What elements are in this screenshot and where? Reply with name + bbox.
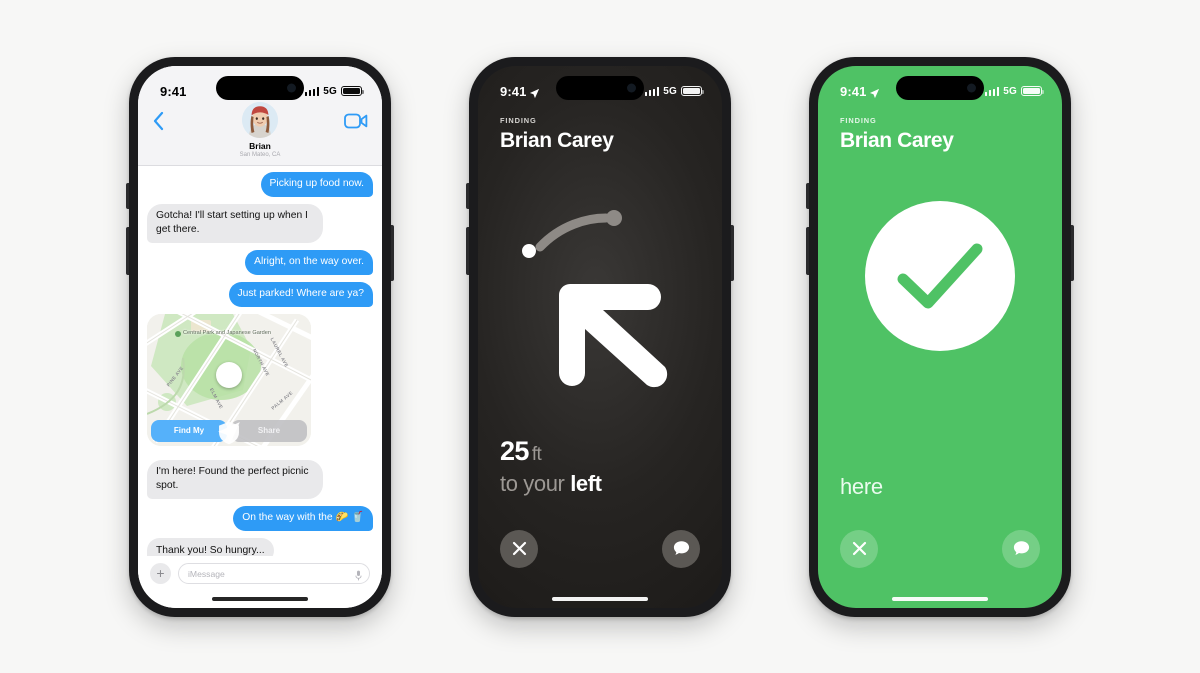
- shared-location-map[interactable]: Central Park and Japanese Garden NORTH A…: [147, 313, 311, 446]
- imessage-placeholder: iMessage: [188, 568, 225, 579]
- phone-found-confirmation: 9:41 5G FINDING Brian Carey here: [806, 56, 1074, 617]
- home-indicator[interactable]: [212, 596, 308, 601]
- location-arrow-icon: [529, 86, 540, 98]
- close-icon: [512, 541, 526, 556]
- message-row: Just parked! Where are ya?: [147, 281, 373, 307]
- distance-value: 25: [500, 435, 529, 466]
- messages-screen: 9:41 5G Brian San Mateo, CA Picking up f…: [138, 65, 382, 608]
- phone-showcase: 9:41 5G Brian San Mateo, CA Picking up f…: [0, 0, 1200, 673]
- action-buttons: [818, 529, 1062, 568]
- direction-indicator: [478, 184, 722, 414]
- message-bubble-outgoing[interactable]: Alright, on the way over.: [245, 249, 373, 275]
- power-button[interactable]: [1071, 224, 1074, 281]
- phone-messages: 9:41 5G Brian San Mateo, CA Picking up f…: [126, 56, 394, 617]
- phone-finding-direction: 9:41 5G FINDING Brian Carey 25 ft to you…: [466, 56, 734, 617]
- message-bubble-outgoing[interactable]: Picking up food now.: [260, 171, 373, 197]
- battery-icon: [681, 85, 704, 97]
- front-camera-icon: [627, 83, 636, 92]
- precision-finding-screen: 9:41 5G FINDING Brian Carey 25 ft to you…: [478, 65, 722, 608]
- status-time: 9:41: [840, 83, 867, 99]
- finding-header: FINDING Brian Carey: [500, 116, 700, 153]
- close-icon: [852, 541, 866, 556]
- message-row: Alright, on the way over.: [147, 249, 373, 275]
- cellular-signal-icon: [984, 86, 1000, 96]
- message-row: On the way with the 🌮 🥤: [147, 505, 373, 531]
- dynamic-island: [216, 75, 304, 100]
- contact-subtitle: San Mateo, CA: [239, 151, 281, 158]
- checkmark-circle-icon: [865, 200, 1015, 351]
- imessage-input[interactable]: iMessage: [178, 563, 370, 584]
- close-button[interactable]: [500, 529, 538, 568]
- message-button[interactable]: [1002, 529, 1040, 568]
- battery-icon: [341, 85, 364, 97]
- dynamic-island: [556, 75, 644, 100]
- message-row: Gotcha! I'll start setting up when I get…: [147, 203, 373, 243]
- found-screen: 9:41 5G FINDING Brian Carey here: [818, 65, 1062, 608]
- microphone-icon[interactable]: [355, 568, 362, 581]
- cellular-signal-icon: [644, 86, 660, 96]
- finding-header: FINDING Brian Carey: [840, 116, 1040, 153]
- close-button[interactable]: [840, 529, 878, 568]
- distance-unit: ft: [531, 443, 542, 465]
- message-row: I'm here! Found the perfect picnic spot.: [147, 459, 373, 499]
- plus-icon[interactable]: +: [150, 563, 171, 584]
- found-indicator: [818, 200, 1062, 351]
- message-bubble-incoming[interactable]: I'm here! Found the perfect picnic spot.: [147, 459, 324, 499]
- finding-eyebrow-label: FINDING: [500, 115, 537, 125]
- message-bubble-incoming[interactable]: Thank you! So hungry...: [147, 538, 274, 556]
- home-indicator[interactable]: [892, 596, 988, 601]
- message-bubble-icon: [673, 541, 689, 555]
- found-status-text: here: [840, 473, 883, 499]
- front-camera-icon: [287, 83, 296, 92]
- dynamic-island: [896, 75, 984, 100]
- finding-contact-name: Brian Carey: [840, 128, 954, 152]
- front-camera-icon: [967, 83, 976, 92]
- finding-eyebrow-label: FINDING: [840, 115, 877, 125]
- power-button[interactable]: [731, 224, 734, 281]
- cellular-signal-icon: [304, 86, 320, 96]
- message-button[interactable]: [662, 529, 700, 568]
- status-time: 9:41: [500, 83, 527, 99]
- map-contact-pin[interactable]: [216, 361, 242, 388]
- message-bubble-outgoing[interactable]: On the way with the 🌮 🥤: [233, 505, 373, 531]
- power-button[interactable]: [391, 224, 394, 281]
- home-indicator[interactable]: [552, 596, 648, 601]
- status-time: 9:41: [160, 83, 187, 99]
- direction-word: left: [570, 471, 602, 496]
- map-place-label: Central Park and Japanese Garden: [183, 329, 272, 336]
- network-type-label: 5G: [663, 85, 677, 97]
- network-type-label: 5G: [323, 85, 337, 97]
- message-bubble-icon: [1013, 541, 1029, 555]
- network-type-label: 5G: [1003, 85, 1017, 97]
- direction-prefix: to your: [500, 471, 565, 496]
- message-bubble-outgoing[interactable]: Just parked! Where are ya?: [228, 281, 373, 307]
- message-bubble-incoming[interactable]: Gotcha! I'll start setting up when I get…: [147, 203, 324, 243]
- location-arrow-icon: [218, 422, 240, 444]
- message-row: Thank you! So hungry...: [147, 538, 373, 556]
- share-button[interactable]: Share: [218, 419, 307, 444]
- map-poi-icon: [175, 330, 181, 337]
- up-left-arrow-icon: [521, 209, 667, 387]
- action-buttons: [478, 529, 722, 568]
- map-action-buttons: Find My Share: [147, 419, 311, 446]
- battery-icon: [1021, 85, 1044, 97]
- message-thread[interactable]: Picking up food now. Gotcha! I'll start …: [138, 166, 382, 556]
- message-row: Picking up food now.: [147, 171, 373, 197]
- location-arrow-icon: [869, 86, 880, 98]
- contact-name: Brian: [249, 140, 271, 151]
- distance-readout: 25 ft to your left: [500, 435, 602, 498]
- message-row: Central Park and Japanese Garden NORTH A…: [147, 313, 373, 453]
- finding-contact-name: Brian Carey: [500, 128, 614, 152]
